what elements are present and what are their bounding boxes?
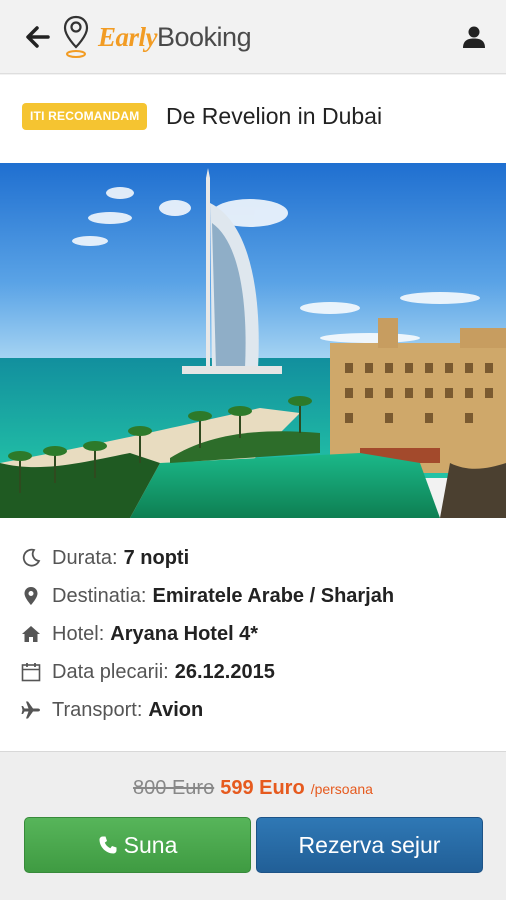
detail-value: 7 nopti (123, 546, 190, 569)
arrow-left-icon[interactable] (22, 22, 52, 52)
location-pin-icon (20, 585, 42, 607)
plane-icon (20, 699, 42, 721)
detail-destination: Destinatia: Emiratele Arabe / Sharjah (20, 581, 394, 611)
detail-label: Hotel: (52, 622, 105, 645)
detail-value: Avion (148, 698, 204, 721)
phone-icon (99, 836, 117, 854)
offer-title: De Revelion in Dubai (166, 103, 383, 129)
detail-label: Transport: (52, 698, 143, 721)
calendar-icon (20, 661, 42, 683)
detail-label: Data plecarii: (52, 660, 169, 683)
book-button-label: Rezerva sejur (298, 831, 441, 858)
recommended-badge: ITI RECOMANDAM (22, 103, 148, 130)
call-button-label: Suna (123, 831, 178, 858)
moon-icon (20, 547, 42, 569)
offer-hero-image[interactable] (0, 163, 506, 518)
offer-details: Durata: 7 nopti Destinatia: Emiratele Ar… (0, 518, 506, 751)
detail-transport: Transport: Avion (20, 695, 203, 725)
logo-text-booking: Booking (157, 21, 252, 52)
old-price: 800 Euro (133, 777, 215, 799)
logo-text-early: Early (98, 21, 158, 52)
app-logo: Early Booking (62, 14, 252, 60)
detail-departure-date: Data plecarii: 26.12.2015 (20, 657, 275, 687)
detail-value: Emiratele Arabe / Sharjah (152, 584, 395, 607)
detail-duration: Durata: 7 nopti (20, 543, 189, 573)
home-icon (20, 623, 42, 645)
book-button[interactable]: Rezerva sejur (256, 817, 483, 873)
price-per-person: /persoana (310, 781, 373, 797)
detail-hotel: Hotel: Aryana Hotel 4* (20, 619, 258, 649)
detail-value: 26.12.2015 (174, 660, 275, 683)
call-button[interactable]: Suna (24, 817, 251, 873)
user-icon[interactable] (462, 25, 486, 49)
detail-value: Aryana Hotel 4* (110, 622, 259, 645)
price-line: 800 Euro 599 Euro/persoana (0, 777, 506, 800)
new-price: 599 Euro (220, 777, 305, 799)
logo-pin-icon (63, 15, 89, 58)
detail-label: Destinatia: (52, 584, 147, 607)
detail-label: Durata: (52, 546, 118, 569)
app-header: Early Booking (0, 0, 506, 74)
